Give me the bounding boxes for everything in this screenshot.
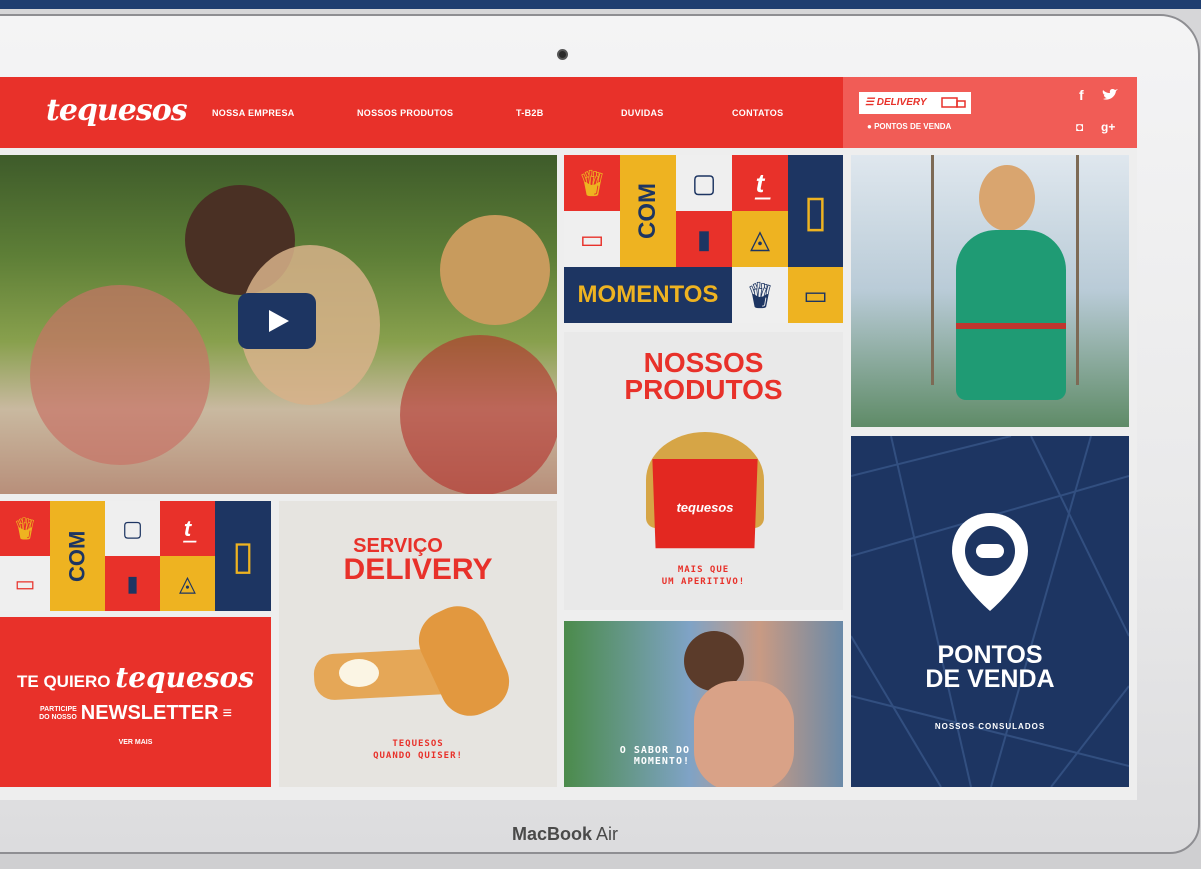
twitter-icon[interactable] (1102, 88, 1118, 102)
com-tile-small[interactable]: 🍟︎ COM ▢ t͟ ▯ ▭ ▮ ◬ (0, 501, 271, 611)
pontos-label: PONTOS DE VENDA (874, 122, 952, 131)
cheese-icon: ◬ (160, 556, 215, 611)
com-label: COM (620, 155, 676, 267)
cup-icon: ▢ (676, 155, 732, 211)
servico-sub-line2: QUANDO QUISER! (373, 751, 463, 761)
google-plus-icon[interactable]: g+ (1101, 120, 1115, 134)
green-dress (956, 230, 1066, 400)
bucket-icon: ▭ (564, 211, 620, 267)
produtos-sub-line1: MAIS QUE (677, 565, 730, 575)
red-belt (956, 323, 1066, 329)
delivery-button[interactable]: ☰ DELIVERY (859, 92, 971, 114)
delivery-label: DELIVERY (876, 97, 927, 108)
nav-item-t-b2b[interactable]: T-B2B (516, 108, 544, 118)
nossos-produtos-tile[interactable]: NOSSOS PRODUTOS tequesos MAIS QUE UM APE… (564, 332, 843, 610)
sabor-line2: MOMENTO! (633, 756, 690, 767)
te-quiero-logo: tequesos (115, 661, 254, 694)
laptop-brand: MacBook Air (0, 824, 1130, 845)
menu-lines-icon: ≡ (222, 704, 232, 722)
menu-lines-icon: ☰ (865, 97, 877, 108)
servico-sub-line1: TEQUESOS (392, 739, 444, 749)
bucket-icon: ▭ (788, 267, 843, 323)
servico-delivery-tile[interactable]: SERVIÇO DELIVERY TEQUESOS QUANDO QUISER! (279, 501, 557, 787)
map-pin-icon: ● (867, 122, 872, 131)
teque-snack-image (409, 596, 519, 726)
nav-item-contatos[interactable]: CONTATOS (732, 108, 783, 118)
product-box-logo: tequesos (676, 500, 734, 515)
participe-text: PARTICIPE DO NOSSO (39, 706, 77, 722)
servico-title-line2: DELIVERY (343, 553, 493, 586)
beer-mug-icon: ▮ (105, 556, 160, 611)
fries-icon: 🍟︎ (564, 155, 620, 211)
truck-icon (941, 97, 966, 108)
newsletter-label: NEWSLETTER (80, 702, 219, 724)
com-momentos-tile[interactable]: 🍟︎ COM ▢ t͟ ▯ ▭ ▮ ◬ MOMENTOS 🍟︎ ▭ (564, 155, 843, 323)
product-box: tequesos (652, 458, 758, 549)
pontos-de-venda-link[interactable]: ● PONTOS DE VENDA (867, 122, 951, 131)
produtos-title-line1: NOSSOS (643, 347, 764, 378)
video-tile[interactable] (0, 155, 557, 494)
fries-icon: 🍟︎ (732, 267, 788, 323)
com-label: COM (50, 501, 105, 611)
te-quiero-row: TE QUIERO tequesos (0, 661, 271, 694)
pontos-de-venda-tile[interactable]: PONTOS DE VENDA NOSSOS CONSULADOS (851, 436, 1129, 787)
momentos-label: MOMENTOS (564, 267, 732, 323)
produtos-title-line2: PRODUTOS (624, 373, 783, 405)
sabor-line1: O SABOR DO (619, 745, 690, 756)
camera-icon (557, 49, 568, 60)
fries-icon: 🍟︎ (0, 501, 50, 556)
sabor-momento-tile[interactable]: O SABOR DO MOMENTO! (564, 621, 843, 787)
swing-rope (931, 155, 934, 385)
tequesos-mark-icon: t͟ (160, 501, 215, 556)
bucket-icon: ▭ (0, 556, 50, 611)
main-nav: tequesos NOSSA EMPRESA NOSSOS PRODUTOS T… (0, 77, 843, 148)
nav-item-nossa-empresa[interactable]: NOSSA EMPRESA (212, 108, 295, 118)
website-screen: tequesos NOSSA EMPRESA NOSSOS PRODUTOS T… (0, 77, 1137, 800)
cheese-icon: ◬ (732, 211, 788, 267)
swing-rope (1076, 155, 1079, 385)
sabor-text: O SABOR DO MOMENTO! (590, 745, 690, 767)
bottle-icon: ▯ (788, 155, 843, 267)
beer-mug-icon: ▮ (676, 211, 732, 267)
person-figure (400, 335, 557, 494)
map-pin-icon (952, 513, 1028, 611)
woman-head (979, 165, 1035, 231)
newsletter-row: PARTICIPE DO NOSSO NEWSLETTER ≡ (0, 702, 271, 725)
produtos-sub-line2: UM APERITIVO! (661, 577, 746, 587)
play-button[interactable] (238, 293, 316, 349)
te-quiero-label: TE QUIERO (17, 672, 111, 691)
cup-icon: ▢ (105, 501, 160, 556)
woman-figure (694, 681, 794, 787)
ver-mais-link[interactable]: VER MAIS (0, 739, 271, 746)
instagram-icon[interactable]: ◘ (1076, 120, 1083, 134)
cheese-filling (339, 659, 379, 687)
person-figure (440, 215, 550, 325)
brand-bold: MacBook (511, 824, 592, 844)
pontos-sub: NOSSOS CONSULADOS (934, 722, 1046, 731)
nav-item-nossos-produtos[interactable]: NOSSOS PRODUTOS (357, 108, 453, 118)
facebook-icon[interactable]: f (1079, 87, 1084, 103)
person-figure (30, 285, 210, 465)
pontos-title-line2: DE VENDA (925, 664, 1055, 693)
participe-line2: DO NOSSO (39, 713, 77, 721)
bottle-icon: ▯ (215, 501, 271, 611)
brand-normal: Air (592, 824, 619, 844)
participe-line1: PARTICIPE (39, 705, 77, 713)
pontos-title: PONTOS DE VENDA (851, 643, 1129, 693)
newsletter-tile[interactable]: TE QUIERO tequesos PARTICIPE DO NOSSO NE… (0, 617, 271, 787)
swing-photo-tile[interactable] (851, 155, 1129, 427)
nav-item-duvidas[interactable]: DUVIDAS (621, 108, 664, 118)
nav-right-panel: ☰ DELIVERY ● PONTOS DE VENDA f ◘ g+ (843, 77, 1137, 148)
tequesos-mark-icon: t͟ (732, 155, 788, 211)
logo[interactable]: tequesos (46, 93, 188, 128)
